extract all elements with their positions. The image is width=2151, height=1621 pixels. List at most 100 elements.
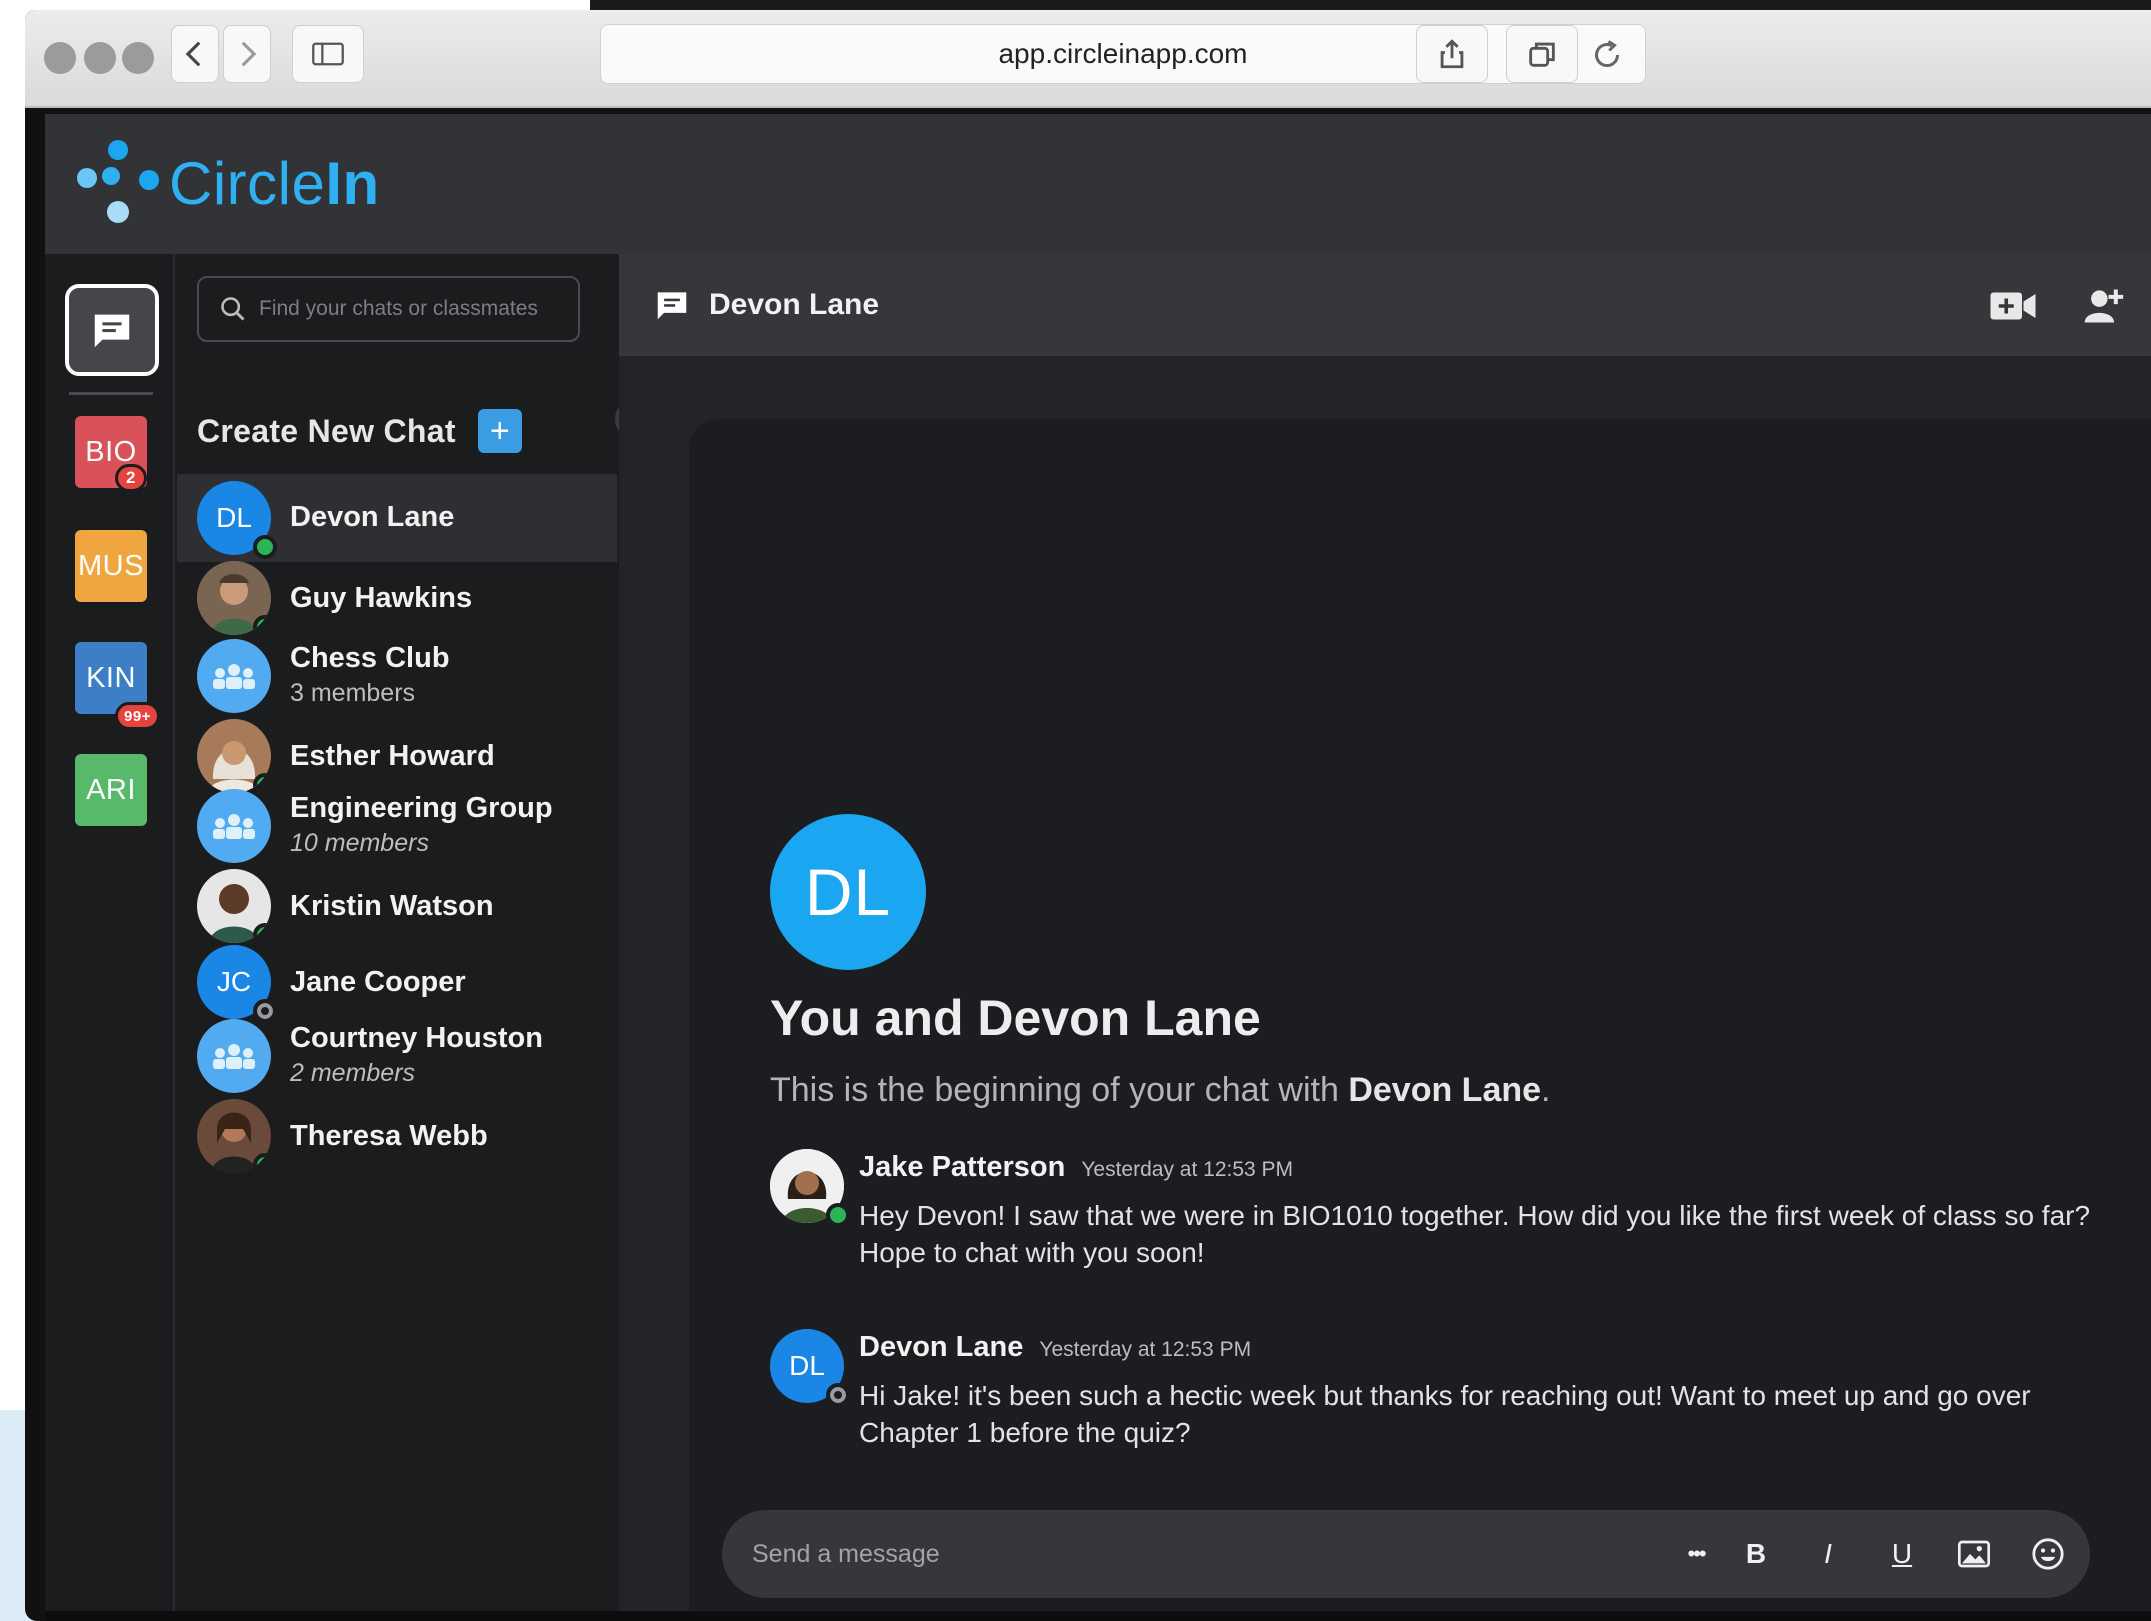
member-count: 3 members [290, 679, 416, 707]
chat-name: Devon Lane [290, 501, 455, 533]
message-text: Hi Jake! it's been such a hectic week bu… [859, 1380, 2031, 1448]
add-member-button[interactable] [2079, 284, 2127, 328]
avatar [197, 869, 271, 943]
create-new-chat[interactable]: Create New Chat + [197, 409, 522, 453]
more-options-button[interactable]: ••• [1674, 1532, 1718, 1576]
browser-toolbar: app.circleinapp.com [25, 10, 2151, 108]
message-composer: ••• B I U [722, 1510, 2090, 1598]
group-icon [213, 1044, 255, 1069]
avatar-initials: JC [216, 966, 252, 997]
window-bottom-edge [45, 1611, 2151, 1621]
sidebar-icon [312, 42, 344, 66]
italic-button[interactable]: I [1806, 1532, 1850, 1576]
bold-icon: B [1745, 1538, 1767, 1569]
avatar [197, 561, 271, 635]
chat-name: Jane Cooper [290, 966, 466, 998]
class-tile-bio[interactable]: BIO 2 [75, 416, 147, 492]
chat-item-engineering-group[interactable]: Engineering Group 10 members [177, 782, 617, 870]
chat-name: Courtney Houston [290, 1022, 543, 1054]
window-close-button[interactable] [44, 42, 76, 74]
browser-window: app.circleinapp.com CircleIn BIO 2 MUS K… [25, 10, 2151, 1621]
chat-item-devon-lane[interactable]: DL Devon Lane [177, 474, 617, 562]
search-input[interactable] [259, 297, 559, 321]
underline-button[interactable]: U [1880, 1532, 1924, 1576]
share-icon [1440, 39, 1464, 69]
class-tile-mus[interactable]: MUS [75, 530, 147, 602]
reload-icon[interactable] [1589, 37, 1625, 73]
bold-button[interactable]: B [1734, 1532, 1778, 1576]
chat-item-kristin-watson[interactable]: Kristin Watson [177, 862, 617, 950]
conversation-area: DL You and Devon Lane This is the beginn… [689, 419, 2151, 1621]
class-tile-label: KIN [86, 661, 136, 694]
tabs-overview-button[interactable] [1506, 25, 1578, 83]
avatar [197, 639, 271, 713]
intro-subtitle-name: Devon Lane [1348, 1071, 1542, 1109]
logo-text: CircleIn [169, 149, 380, 218]
logo-text-light: Circle [169, 149, 326, 217]
chat-item-chess-club[interactable]: Chess Club 3 members [177, 632, 617, 720]
avatar: JC [197, 945, 277, 1023]
message-author[interactable]: Devon Lane [859, 1331, 1023, 1364]
message-input[interactable] [752, 1539, 1552, 1569]
chevron-left-icon [185, 41, 201, 67]
chat-panel: Devon Lane DL You and Devon Lane This is… [619, 254, 2151, 1621]
message-header: Devon Lane Yesterday at 12:53 PM [859, 1331, 1251, 1364]
window-minimize-button[interactable] [84, 42, 116, 74]
chat-item-theresa-webb[interactable]: Theresa Webb [177, 1092, 617, 1180]
emoji-button[interactable] [2026, 1532, 2070, 1576]
avatar [197, 789, 271, 863]
chat-name: Kristin Watson [290, 890, 494, 922]
chat-item-courtney-houston[interactable]: Courtney Houston 2 members [177, 1012, 617, 1100]
back-button[interactable] [171, 25, 219, 83]
tabs-icon [1529, 42, 1555, 67]
notification-badge: 99+ [115, 702, 160, 730]
image-icon [1958, 1540, 1990, 1568]
avatar: DL [197, 481, 277, 559]
chat-name: Esther Howard [290, 740, 495, 772]
notification-badge: 2 [115, 464, 147, 492]
sidebar-toggle-button[interactable] [292, 25, 364, 83]
circlein-logo[interactable]: CircleIn [73, 138, 380, 228]
chat-list-panel: Create New Chat + DL Devon Lane Guy Hawk… [177, 254, 617, 1621]
online-status-icon [253, 1153, 271, 1173]
circlein-app: CircleIn BIO 2 MUS KIN 99+ ARI Find your… [45, 114, 2151, 1621]
chat-name: Chess Club [290, 642, 450, 674]
message-author[interactable]: Jake Patterson [859, 1151, 1065, 1184]
forward-button[interactable] [223, 25, 271, 83]
window-zoom-button[interactable] [122, 42, 154, 74]
class-tile-kin[interactable]: KIN 99+ [75, 642, 160, 730]
rail-divider [69, 392, 153, 395]
class-rail: BIO 2 MUS KIN 99+ ARI [45, 254, 175, 1621]
share-button[interactable] [1416, 25, 1488, 83]
avatar-initials: DL [789, 1350, 825, 1381]
chat-item-guy-hawkins[interactable]: Guy Hawkins [177, 554, 617, 642]
video-call-button[interactable] [1989, 284, 2037, 328]
member-count: 10 members [290, 829, 429, 857]
class-tile-ari[interactable]: ARI [75, 754, 147, 826]
app-header: CircleIn [45, 114, 2151, 254]
create-new-chat-label: Create New Chat [197, 412, 456, 449]
class-tile-label: MUS [78, 549, 144, 582]
avatar-initials: DL [804, 855, 892, 929]
chat-bubble-icon [94, 314, 130, 348]
background-strip [590, 0, 2151, 10]
insert-image-button[interactable] [1952, 1532, 1996, 1576]
smiley-icon [2032, 1538, 2064, 1570]
address-bar[interactable]: app.circleinapp.com [600, 24, 1646, 84]
avatar-initials: DL [216, 502, 252, 533]
group-icon [213, 814, 255, 839]
chats-nav-button[interactable] [65, 284, 159, 376]
avatar [197, 1019, 271, 1093]
offline-status-icon [826, 1383, 850, 1407]
member-count: 2 members [290, 1059, 416, 1087]
chat-search[interactable] [197, 276, 580, 342]
more-icon: ••• [1687, 1541, 1706, 1566]
video-camera-icon [1990, 292, 2036, 320]
plus-icon[interactable]: + [477, 409, 522, 453]
search-icon [221, 297, 245, 321]
message-header: Jake Patterson Yesterday at 12:53 PM [859, 1151, 1293, 1184]
chat-name: Guy Hawkins [290, 582, 473, 614]
intro-title: You and Devon Lane [770, 990, 1261, 1046]
intro-subtitle-suffix: . [1541, 1071, 1551, 1109]
message-timestamp: Yesterday at 12:53 PM [1039, 1338, 1252, 1361]
